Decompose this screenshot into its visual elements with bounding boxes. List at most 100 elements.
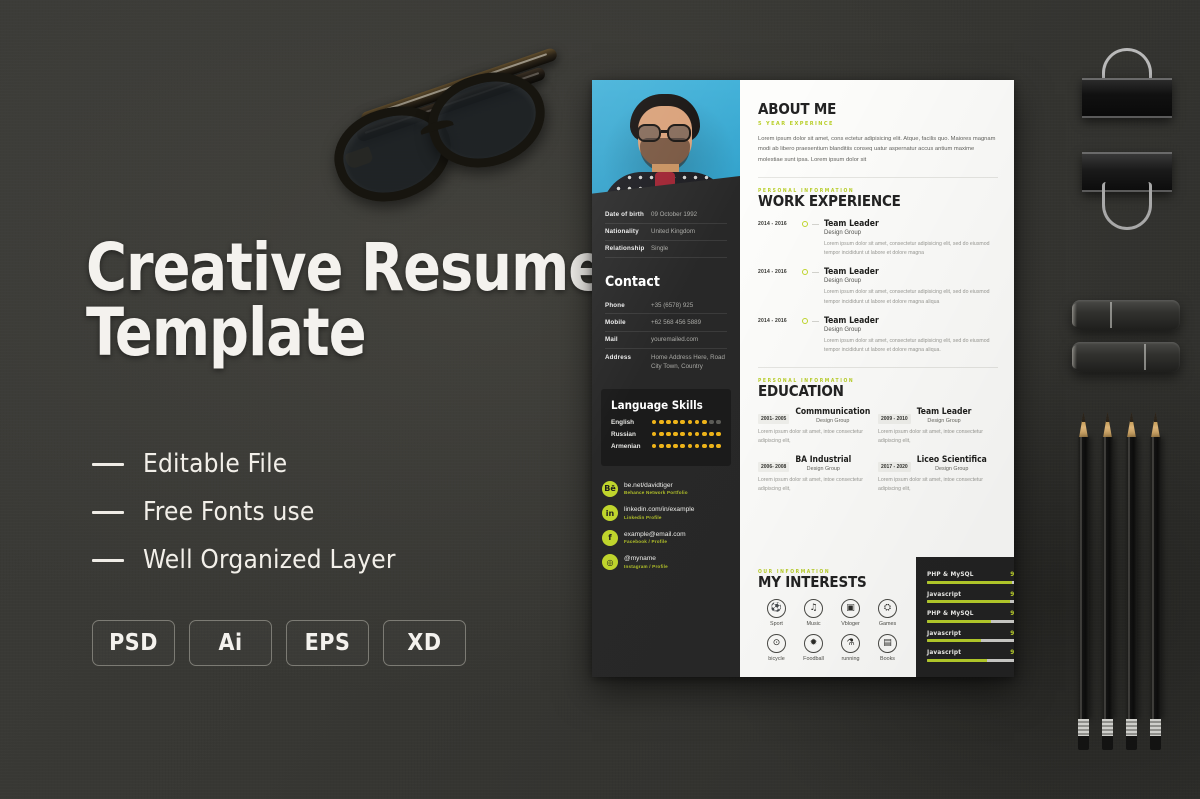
timeline-dot-icon: [802, 318, 808, 325]
video-camera-icon: ▣: [841, 598, 860, 618]
pencil-lead: [1105, 412, 1110, 422]
feature-label: Editable File: [143, 449, 288, 479]
rating-dot-icon: [716, 443, 721, 449]
interest-item: ✹ Foodball: [795, 633, 832, 662]
eraser-bottom: [1072, 342, 1180, 372]
education-desc: Lorem ipsum dolor sit amet, intoe consec…: [758, 476, 863, 493]
pencil-shine: [1152, 437, 1154, 719]
feature-label: Well Organized Layer: [143, 545, 396, 575]
work-title: WORK EXPERIENCE: [758, 191, 901, 210]
education-entry: 2009 - 2010 Team Leader Design Group Lor…: [878, 407, 998, 447]
linkedin-icon: in: [602, 505, 618, 522]
social-handle: linkedin.com/in/example: [624, 506, 695, 514]
pencil: [1150, 412, 1161, 752]
skills-panel: PHP & MySQL 90% Javascript 90%: [916, 557, 1014, 677]
skill-row: Javascript 90%: [927, 628, 1014, 642]
social-link-instagram[interactable]: ◎ @myname Instagram / Profile: [602, 554, 730, 571]
work-year: 2014 - 2016: [758, 220, 787, 227]
personal-value: 09 October 1992: [651, 210, 698, 218]
education-school: Design Group: [935, 465, 969, 472]
language-row: Russian: [611, 431, 721, 438]
rating-dot-icon: [658, 443, 664, 449]
binder-clip-bottom: [1082, 152, 1172, 230]
interest-label: running: [841, 655, 860, 662]
resume-main-column: ABOUT ME 5 YEAR EXPERINCE Lorem ipsum do…: [740, 80, 1014, 677]
feature-list: Editable File Free Fonts use Well Organi…: [92, 440, 552, 584]
running-icon: ⚗: [841, 633, 860, 653]
eraser-edge: [1072, 345, 1077, 369]
language-skills-title: Language Skills: [611, 397, 703, 412]
education-degree: Liceo Scientifica: [916, 454, 987, 465]
contact-key: Mobile: [605, 318, 626, 326]
pencil-ferrule: [1126, 719, 1137, 736]
contact-heading: Contact: [605, 274, 660, 291]
pencil-end: [1078, 736, 1089, 750]
interest-label: Sport: [770, 620, 783, 627]
skill-percent: 90%: [1010, 648, 1014, 656]
interest-label: bicycle: [768, 655, 785, 662]
rating-dot-icon: [666, 431, 671, 437]
interest-label: Vbloger: [841, 620, 860, 627]
social-handle: @myname: [624, 555, 656, 563]
education-year: 2009 - 2010: [878, 413, 911, 424]
about-section: ABOUT ME 5 YEAR EXPERINCE Lorem ipsum do…: [740, 80, 1014, 166]
contact-key: Mail: [605, 336, 618, 344]
education-entry: 2001- 2005 Commmunication Design Group L…: [758, 406, 878, 447]
rating-dot-icon: [694, 419, 700, 425]
social-link-facebook[interactable]: f example@email.com Facebook / Profile: [602, 529, 730, 546]
social-network: Linkedin Profile: [624, 514, 662, 520]
timeline-dot-icon: [802, 269, 808, 276]
rating-dot-icon: [680, 431, 686, 437]
interest-label: Foodball: [803, 655, 824, 662]
education-desc: Lorem ipsum dolor sit amet, intoe consec…: [878, 476, 983, 493]
rating-dot-icon: [673, 443, 678, 449]
work-year: 2014 - 2016: [758, 318, 787, 325]
feature-item: Free Fonts use: [92, 488, 552, 536]
rating-dot-icon: [651, 443, 657, 449]
work-role: Team Leader: [824, 316, 879, 327]
eraser-edge: [1072, 303, 1077, 327]
rating-dot-icon: [716, 431, 721, 437]
personal-key: Nationality: [605, 228, 639, 236]
interest-item: ♫ Music: [795, 598, 832, 627]
contact-value: +35 (6578) 925: [651, 301, 694, 309]
skill-percent: 90%: [1010, 628, 1014, 637]
pencil-shine: [1104, 437, 1106, 719]
format-badge-xd: XD: [383, 620, 466, 666]
education-entry: 2017 - 2020 Liceo Scientifica Design Gro…: [878, 454, 998, 495]
about-subtitle: 5 YEAR EXPERINCE: [758, 120, 834, 127]
education-degree: Commmunication: [795, 406, 871, 417]
rating-dot-icon: [673, 431, 678, 437]
format-badge-eps: EPS: [286, 620, 369, 666]
social-network: Facebook / Profile: [624, 539, 668, 545]
rating-dot-icon: [694, 443, 700, 449]
dash-icon: [92, 510, 124, 514]
instagram-icon: ◎: [602, 554, 618, 571]
education-year: 2006- 2008: [758, 461, 790, 472]
contact-row: Phone +35 (6578) 925: [605, 297, 727, 315]
contact-row: Address Home Address Here, Road City Tow…: [605, 349, 727, 375]
education-year: 2017 - 2020: [878, 461, 911, 472]
skill-name: Javascript: [927, 628, 962, 637]
facebook-icon: f: [602, 529, 618, 546]
binder-clip-top: [1082, 48, 1172, 126]
timeline-dot-icon: [802, 220, 808, 227]
personal-value: Single: [651, 245, 669, 253]
work-company: Design Group: [824, 327, 862, 334]
work-entry: 2014 - 2016 Team Leader Design Group Lor…: [758, 316, 998, 356]
work-year: 2014 - 2016: [758, 269, 787, 276]
rating-dot-icon: [673, 419, 678, 425]
bicycle-icon: ⊙: [767, 633, 786, 653]
rating-dot-icon: [709, 443, 714, 449]
social-link-linkedin[interactable]: in linkedin.com/in/example Linkedin Prof…: [602, 505, 730, 522]
work-company: Design Group: [824, 278, 862, 285]
language-name: Armenian: [611, 442, 641, 450]
eraser-band: [1110, 302, 1112, 328]
feature-label: Free Fonts use: [143, 497, 315, 527]
social-link-behance[interactable]: Bē be.net/davidtiger Behance Network Por…: [602, 480, 730, 497]
clip-handle: [1102, 182, 1152, 230]
pencil-lead: [1081, 412, 1086, 422]
skill-name: PHP & MySQL: [927, 570, 974, 578]
work-role: Team Leader: [824, 218, 879, 229]
education-section: PERSONAL INFORMATION EDUCATION 2001- 200…: [740, 368, 1014, 504]
